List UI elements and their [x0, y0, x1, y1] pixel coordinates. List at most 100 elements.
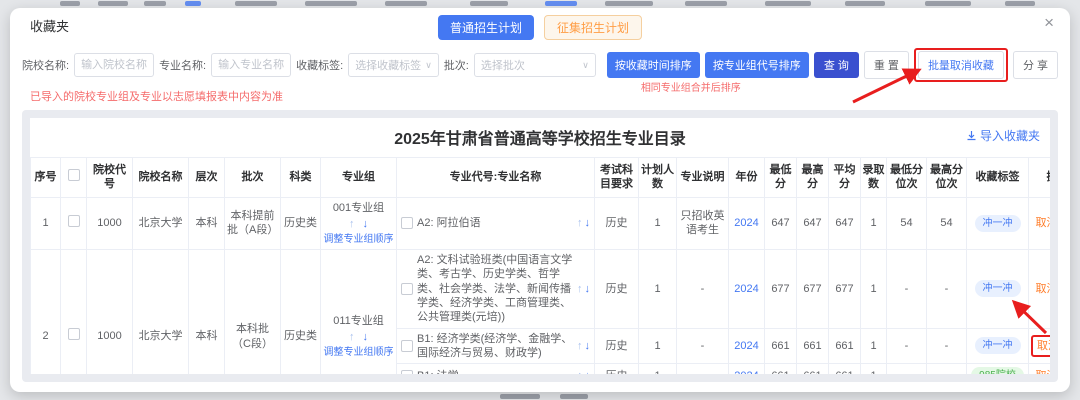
table-row: 2 1000 北京大学 本科 本科批（C段） 历史类 011专业组 ↑↓ 调整专…	[31, 250, 1051, 328]
header-school-code: 院校代号	[87, 158, 133, 198]
tag-badge: 冲一冲	[975, 215, 1021, 232]
cell-min-rank: -	[887, 328, 927, 364]
sort-hint-text: 相同专业组合并后排序	[641, 79, 741, 94]
table-header-row: 序号 院校代号 院校名称 层次 批次 科类 专业组 专业代号:专业名称 考试科目…	[31, 158, 1051, 198]
cell-level: 本科	[189, 250, 225, 374]
major-move-down-icon[interactable]: ↓	[585, 282, 591, 296]
major-name-text: A2: 阿拉伯语	[417, 216, 573, 230]
major-move-up-icon[interactable]: ↑	[577, 282, 583, 296]
bg-text-fragment	[500, 394, 540, 399]
header-school-name: 院校名称	[133, 158, 189, 198]
major-name-text: B1: 法学	[417, 369, 573, 374]
cell-batch: 本科批（C段）	[225, 250, 281, 374]
reset-button[interactable]: 重 置	[864, 51, 909, 79]
sort-by-time-button[interactable]: 按收藏时间排序	[607, 52, 700, 78]
share-button[interactable]: 分 享	[1013, 51, 1058, 79]
adjust-group-order-link[interactable]: 调整专业组顺序	[323, 346, 394, 359]
table-row: 1 1000 北京大学 本科 本科提前批（A段） 历史类 001专业组 ↑↓ 调…	[31, 197, 1051, 250]
school-name-input[interactable]	[74, 53, 154, 77]
cell-max-score: 647	[797, 197, 829, 250]
cell-level: 本科	[189, 197, 225, 250]
major-group-name: 001专业组	[323, 201, 394, 215]
major-checkbox[interactable]	[401, 283, 413, 295]
major-move-down-icon[interactable]: ↓	[585, 216, 591, 230]
group-move-up-icon[interactable]: ↑	[349, 217, 355, 231]
row-checkbox[interactable]	[68, 215, 80, 227]
cancel-favorite-link[interactable]: 取消收藏	[1037, 340, 1050, 352]
select-all-checkbox[interactable]	[68, 169, 80, 181]
group-move-down-icon[interactable]: ↓	[363, 330, 369, 344]
import-notice-text: 已导入的院校专业组及专业以志愿填报表中内容为准	[10, 84, 1070, 106]
header-year: 年份	[729, 158, 765, 198]
header-avg-score: 平均分	[829, 158, 861, 198]
group-move-down-icon[interactable]: ↓	[363, 217, 369, 231]
close-icon[interactable]: ×	[1044, 14, 1054, 31]
cell-min-rank: -	[887, 250, 927, 328]
cell-school-code: 1000	[87, 250, 133, 374]
major-move-down-icon[interactable]: ↓	[585, 339, 591, 353]
cancel-favorite-link[interactable]: 取消收藏	[1036, 283, 1051, 295]
cell-year[interactable]: 2024	[729, 364, 765, 374]
major-checkbox[interactable]	[401, 340, 413, 352]
cell-max-rank: -	[927, 250, 967, 328]
group-move-up-icon[interactable]: ↑	[349, 330, 355, 344]
bg-text-fragment	[685, 1, 727, 6]
download-icon	[966, 130, 977, 141]
major-move-up-icon[interactable]: ↑	[577, 369, 583, 374]
header-max-score: 最高分	[797, 158, 829, 198]
bg-text-fragment	[98, 1, 128, 6]
cancel-favorite-link[interactable]: 取消收藏	[1036, 217, 1051, 229]
bg-text-fragment	[185, 1, 201, 6]
tag-label: 收藏标签:	[296, 57, 343, 73]
adjust-group-order-link[interactable]: 调整专业组顺序	[323, 233, 394, 246]
cancel-favorite-link[interactable]: 取消收藏	[1036, 370, 1051, 374]
batch-cancel-favorite-button[interactable]: 批量取消收藏	[918, 51, 1004, 79]
import-favorites-label: 导入收藏夹	[980, 127, 1040, 144]
major-move-up-icon[interactable]: ↑	[577, 339, 583, 353]
collect-plan-button[interactable]: 征集招生计划	[544, 15, 642, 40]
major-name-text: B1: 经济学类(经济学、金融学、国际经济与贸易、财政学)	[417, 332, 573, 361]
cell-min-rank: -	[887, 364, 927, 374]
cell-min-score: 677	[765, 250, 797, 328]
bg-text-fragment	[470, 1, 508, 6]
cell-max-rank: 54	[927, 197, 967, 250]
batch-label: 批次:	[444, 57, 469, 73]
cell-admit-count: 1	[861, 250, 887, 328]
cell-tag: 冲一冲	[967, 197, 1029, 250]
plan-tabs: 普通招生计划 征集招生计划	[438, 15, 642, 40]
cell-action: 取消收藏	[1029, 328, 1051, 364]
major-move-down-icon[interactable]: ↓	[585, 369, 591, 374]
batch-select[interactable]: 选择批次∨	[474, 53, 596, 77]
cell-action: 取消收藏	[1029, 197, 1051, 250]
normal-plan-button[interactable]: 普通招生计划	[438, 15, 534, 40]
cell-max-rank: -	[927, 364, 967, 374]
cell-school-name: 北京大学	[133, 250, 189, 374]
cell-min-score: 647	[765, 197, 797, 250]
modal-header: 收藏夹 普通招生计划 征集招生计划 ×	[10, 8, 1070, 40]
major-name-label: 专业名称:	[159, 57, 206, 73]
header-admit-count: 录取数	[861, 158, 887, 198]
cell-avg-score: 647	[829, 197, 861, 250]
bg-text-fragment	[925, 1, 971, 6]
row-checkbox[interactable]	[68, 328, 80, 340]
sort-by-group-code-button[interactable]: 按专业组代号排序	[705, 52, 809, 78]
import-favorites-link[interactable]: 导入收藏夹	[966, 127, 1040, 144]
major-name-input[interactable]	[211, 53, 291, 77]
chevron-down-icon: ∨	[582, 60, 589, 71]
major-checkbox[interactable]	[401, 217, 413, 229]
cell-min-score: 661	[765, 364, 797, 374]
header-min-rank: 最低分位次	[887, 158, 927, 198]
major-checkbox[interactable]	[401, 370, 413, 374]
cell-category: 历史类	[281, 250, 321, 374]
cell-exam-req: 历史	[595, 197, 639, 250]
cell-year[interactable]: 2024	[729, 197, 765, 250]
tag-select[interactable]: 选择收藏标签∨	[348, 53, 439, 77]
search-button[interactable]: 查 询	[814, 52, 859, 78]
bg-text-fragment	[605, 1, 653, 6]
major-move-up-icon[interactable]: ↑	[577, 216, 583, 230]
cell-plan-count: 1	[639, 328, 677, 364]
cell-year[interactable]: 2024	[729, 328, 765, 364]
cell-tag: 985院校	[967, 364, 1029, 374]
cell-admit-count: 1	[861, 364, 887, 374]
cell-year[interactable]: 2024	[729, 250, 765, 328]
